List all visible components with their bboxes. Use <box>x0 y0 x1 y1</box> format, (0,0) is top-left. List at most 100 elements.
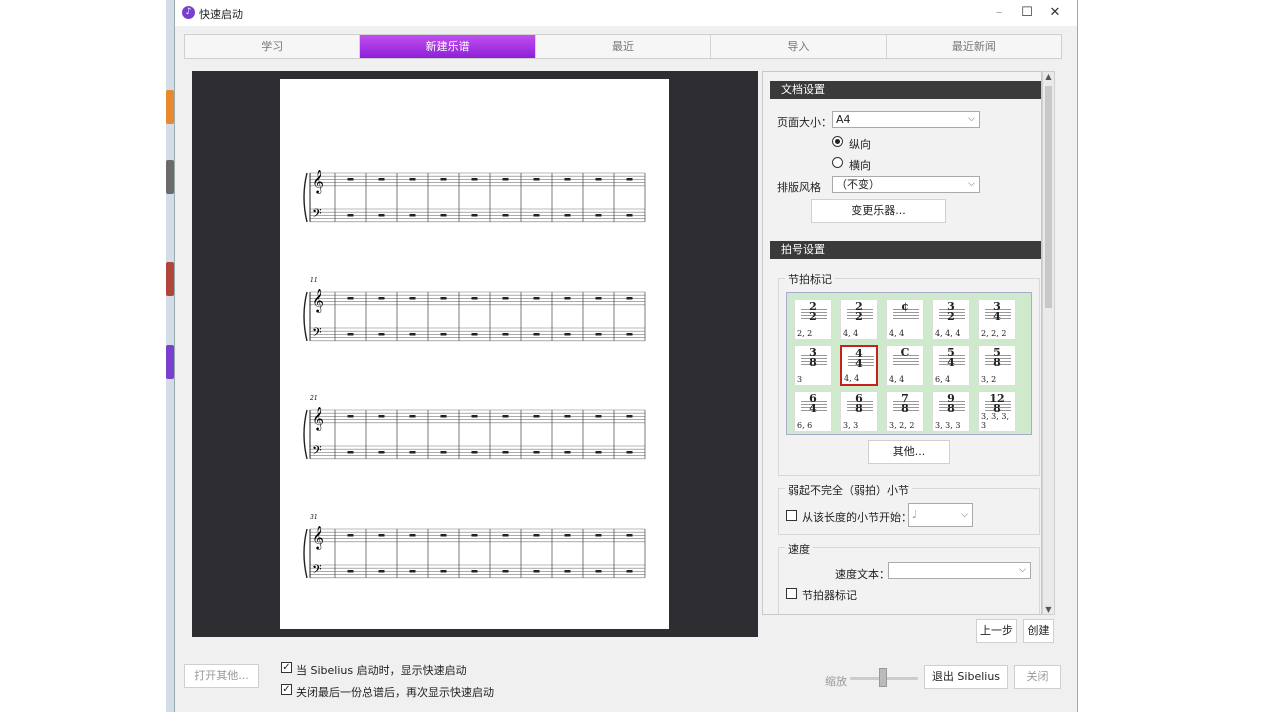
whole-rest <box>595 534 602 537</box>
whole-rest <box>471 333 478 336</box>
whole-rest <box>347 297 354 300</box>
beam-group-caption: 6, 4 <box>935 375 951 384</box>
whole-rest <box>626 333 633 336</box>
open-other-button[interactable]: 打开其他... <box>184 664 259 688</box>
whole-rest <box>595 333 602 336</box>
other-time-signature-button[interactable]: 其他... <box>868 440 950 464</box>
show-on-close-checkbox[interactable]: ✓ <box>281 684 292 695</box>
landscape-radio[interactable] <box>832 157 843 168</box>
chevron-down-icon: ⌵ <box>1019 565 1026 575</box>
time-signature-option[interactable]: 6 4 6, 6 <box>794 391 832 432</box>
time-signature-option[interactable]: 5 4 6, 4 <box>932 345 970 386</box>
tab-import[interactable]: 导入 <box>711 35 887 58</box>
time-signature-option[interactable]: C 4, 4 <box>886 345 924 386</box>
time-signature-option[interactable]: 7 8 3, 2, 2 <box>886 391 924 432</box>
whole-rest <box>440 214 447 217</box>
whole-rest <box>502 214 509 217</box>
page-size-select[interactable]: A4 ⌵ <box>832 111 980 128</box>
time-signature-option[interactable]: 4 4 4, 4 <box>840 345 878 386</box>
whole-rest <box>626 297 633 300</box>
tab-new-score[interactable]: 新建乐谱 <box>360 35 536 58</box>
time-signature-denominator: 2 <box>855 310 863 323</box>
whole-rest <box>409 570 416 573</box>
scroll-down-icon[interactable]: ▼ <box>1043 605 1054 614</box>
time-signature-option[interactable]: 5 8 3, 2 <box>978 345 1016 386</box>
close-button[interactable]: 关闭 <box>1014 665 1061 689</box>
time-signature-option[interactable]: 3 2 4, 4, 4 <box>932 299 970 340</box>
measure-number: 21 <box>309 395 318 402</box>
house-style-value: （不变） <box>836 178 880 191</box>
whole-rest <box>626 570 633 573</box>
zoom-label: 缩放 <box>825 675 847 688</box>
treble-clef-icon: 𝄞 <box>312 406 324 431</box>
house-style-label: 排版风格 <box>777 181 821 194</box>
scroll-up-icon[interactable]: ▲ <box>1043 72 1054 81</box>
minimize-button[interactable]: – <box>985 4 1013 22</box>
desktop-icon <box>166 90 174 124</box>
tab-recent[interactable]: 最近 <box>536 35 712 58</box>
window-title: 快速启动 <box>199 8 243 21</box>
pickup-duration-select[interactable]: ♩ ⌵ <box>908 503 973 527</box>
page-size-value: A4 <box>836 113 851 126</box>
whole-rest <box>409 333 416 336</box>
whole-rest <box>409 178 416 181</box>
scroll-thumb[interactable] <box>1045 86 1052 308</box>
time-signature-option[interactable]: 2 2 4, 4 <box>840 299 878 340</box>
tempo-group-label: 速度 <box>785 541 813 557</box>
time-signature-option[interactable]: 38 3 <box>794 345 832 386</box>
time-signature-option[interactable]: 2 2 2, 2 <box>794 299 832 340</box>
document-settings-header: 文档设置 <box>770 81 1041 99</box>
time-signature-option[interactable]: 3 4 2, 2, 2 <box>978 299 1016 340</box>
back-button[interactable]: 上一步 <box>976 619 1017 643</box>
house-style-select[interactable]: （不变） ⌵ <box>832 176 980 193</box>
beam-group-caption: 4, 4 <box>843 329 859 338</box>
whole-rest <box>471 415 478 418</box>
portrait-radio[interactable] <box>832 136 843 147</box>
measure-number: 31 <box>310 514 318 521</box>
time-signature-option[interactable]: 6 8 3, 3 <box>840 391 878 432</box>
time-signature-option[interactable]: ¢ 4, 4 <box>886 299 924 340</box>
maximize-button[interactable]: ☐ <box>1013 4 1041 22</box>
treble-clef-icon: 𝄞 <box>312 169 324 194</box>
whole-rest <box>378 333 385 336</box>
whole-rest <box>626 534 633 537</box>
whole-rest <box>564 333 571 336</box>
system-brace <box>303 291 308 342</box>
time-signature-denominator: 8 <box>947 402 955 415</box>
close-window-button[interactable]: ✕ <box>1041 4 1069 22</box>
whole-rest <box>533 570 540 573</box>
tab-bar: 学习 新建乐谱 最近 导入 最近新闻 <box>184 34 1062 59</box>
metronome-checkbox[interactable] <box>786 588 797 599</box>
tab-latest-news[interactable]: 最近新闻 <box>887 35 1061 58</box>
whole-rest <box>347 214 354 217</box>
zoom-slider-handle[interactable] <box>879 668 887 687</box>
pickup-checkbox[interactable] <box>786 510 797 521</box>
time-signature-denominator: 4 <box>809 402 817 415</box>
beam-group-caption: 2, 2, 2 <box>981 329 1007 338</box>
time-signature-denominator: 8 <box>993 356 1001 369</box>
time-signature-header: 拍号设置 <box>770 241 1041 259</box>
settings-scrollbar[interactable]: ▲ ▼ <box>1042 71 1055 615</box>
time-signature-option[interactable]: 9 8 3, 3, 3 <box>932 391 970 432</box>
desktop-icon <box>166 160 174 194</box>
quit-sibelius-button[interactable]: 退出 Sibelius <box>924 665 1008 689</box>
pickup-group-label: 弱起不完全（弱拍）小节 <box>785 482 912 498</box>
score-staves: 𝄞 𝄢 𝄞 𝄢 11 𝄞 𝄢 21 𝄞 𝄢 31 <box>303 169 646 580</box>
whole-rest <box>409 415 416 418</box>
whole-rest <box>440 415 447 418</box>
measure-number: 11 <box>310 277 318 284</box>
time-signature-option[interactable]: 12 8 3, 3, 3, 3 <box>978 391 1016 432</box>
show-on-start-checkbox[interactable]: ✓ <box>281 662 292 673</box>
whole-rest <box>533 534 540 537</box>
tempo-text-select[interactable]: ⌵ <box>888 562 1031 579</box>
score-preview: 𝄞 𝄢 𝄞 𝄢 11 𝄞 𝄢 21 𝄞 𝄢 31 <box>192 71 758 637</box>
beam-group-caption: 3, 3 <box>843 421 859 430</box>
time-signature-symbol: 54 <box>933 347 969 368</box>
create-button[interactable]: 创建 <box>1023 619 1054 643</box>
whole-rest <box>409 534 416 537</box>
time-signature-symbol: 68 <box>841 393 877 414</box>
show-on-start-label: 当 Sibelius 启动时，显示快速启动 <box>296 664 467 677</box>
change-instruments-button[interactable]: 变更乐器... <box>811 199 946 223</box>
whole-rest <box>533 178 540 181</box>
tab-learn[interactable]: 学习 <box>185 35 361 58</box>
